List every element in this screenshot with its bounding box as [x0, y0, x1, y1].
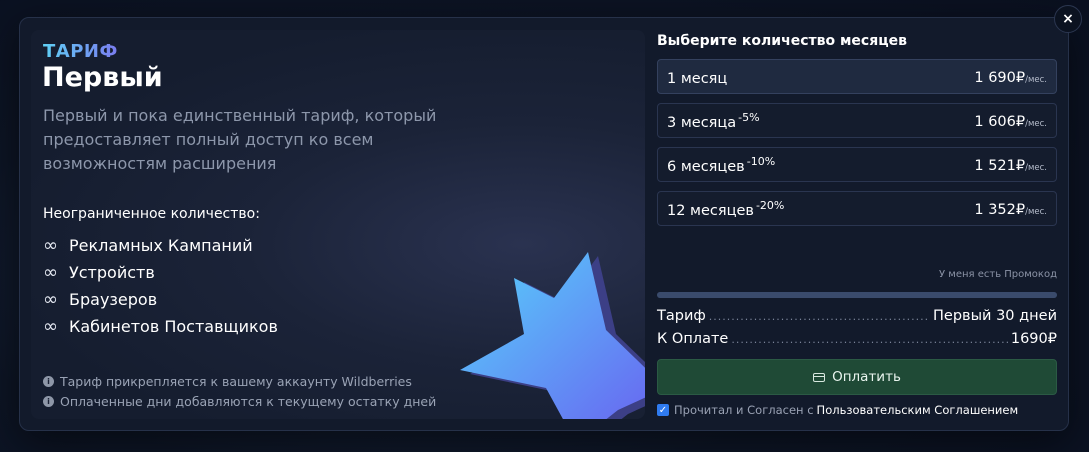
plan-description: Первый и пока единственный тариф, которы… [43, 106, 437, 173]
star-illustration [460, 252, 645, 419]
summary-tariff-value: Первый 30 дней [933, 308, 1057, 324]
feature-label: Кабинетов Поставщиков [69, 317, 278, 336]
summary-pay-row: К Оплате ...............................… [657, 331, 1057, 351]
plan-tag: ТАРИФ [43, 41, 118, 62]
feature-label: Рекламных Кампаний [69, 236, 253, 255]
month-option-6[interactable]: 6 месяцев -10% 1 521₽/мес. [657, 147, 1057, 182]
months-heading: Выберите количество месяцев [657, 33, 907, 49]
info-icon: i [43, 395, 54, 407]
credit-card-icon [813, 372, 826, 382]
promo-code-link[interactable]: У меня есть Промокод [880, 269, 1057, 280]
infinity-icon: ∞ [43, 289, 58, 310]
user-agreement-link[interactable]: Пользовательским Соглашением [817, 403, 1019, 417]
agreement-text: Прочитал и Согласен с [674, 403, 814, 417]
note-item: i Оплаченные дни добавляются к текущему … [43, 391, 436, 411]
close-icon: × [1062, 11, 1074, 27]
plan-info-panel: ТАРИФ Первый Первый и пока единственный … [31, 30, 645, 419]
option-price: 1 352₽ [974, 202, 1026, 218]
summary-pay-label: К Оплате [657, 331, 729, 347]
option-price: 1 606₽ [974, 114, 1026, 130]
note-text: Оплаченные дни добавляются к текущему ос… [60, 393, 437, 409]
infinity-icon: ∞ [43, 262, 58, 283]
month-option-1[interactable]: 1 месяц 1 690₽/мес. [657, 59, 1057, 94]
note-text: Тариф прикрепляется к вашему аккаунту Wi… [60, 373, 412, 389]
option-label: 3 месяца [667, 114, 737, 131]
agreement-checkbox[interactable]: ✓ [657, 404, 669, 416]
per-month-label: /мес. [1025, 163, 1047, 173]
month-option-3[interactable]: 3 месяца -5% 1 606₽/мес. [657, 103, 1057, 138]
feature-item: ∞ Рекламных Кампаний [43, 232, 278, 259]
month-option-12[interactable]: 12 месяцев -20% 1 352₽/мес. [657, 191, 1057, 226]
per-month-label: /мес. [1025, 119, 1047, 129]
note-item: i Тариф прикрепляется к вашему аккаунту … [43, 371, 436, 391]
summary-tariff-label: Тариф [657, 308, 706, 324]
option-discount: -20% [755, 198, 785, 212]
notes-list: i Тариф прикрепляется к вашему аккаунту … [43, 371, 436, 411]
infinity-icon: ∞ [43, 235, 58, 256]
promo-divider-bar [657, 292, 1057, 298]
feature-item: ∞ Устройств [43, 259, 278, 286]
per-month-label: /мес. [1025, 207, 1047, 217]
option-label: 12 месяцев [667, 202, 754, 219]
per-month-label: /мес. [1025, 75, 1047, 85]
option-discount: -10% [746, 154, 776, 168]
summary-tariff-row: Тариф ..................................… [657, 308, 1057, 328]
feature-item: ∞ Браузеров [43, 286, 278, 313]
feature-label: Браузеров [69, 290, 158, 309]
close-button[interactable]: × [1054, 5, 1082, 33]
infinity-icon: ∞ [43, 316, 58, 337]
summary-pay-value: 1690₽ [1010, 331, 1057, 347]
option-discount: -5% [738, 110, 760, 124]
option-price: 1 690₽ [974, 70, 1026, 86]
plan-title: Первый [42, 62, 163, 93]
agreement-row: ✓ Прочитал и Согласен с Пользовательским… [657, 403, 1018, 417]
leader-dots: ........................................… [708, 310, 930, 323]
pay-button[interactable]: Оплатить [657, 359, 1057, 395]
divider-fill [657, 292, 1057, 298]
feature-item: ∞ Кабинетов Поставщиков [43, 313, 278, 340]
option-label: 1 месяц [667, 70, 728, 87]
feature-label: Устройств [69, 263, 155, 282]
feature-list: ∞ Рекламных Кампаний ∞ Устройств ∞ Брауз… [43, 232, 278, 340]
unlimited-heading: Неограниченное количество: [43, 206, 260, 222]
option-label: 6 месяцев [667, 158, 745, 175]
option-price: 1 521₽ [974, 158, 1026, 174]
info-icon: i [43, 375, 54, 387]
pay-button-label: Оплатить [832, 369, 901, 385]
leader-dots: ........................................… [731, 333, 1008, 346]
